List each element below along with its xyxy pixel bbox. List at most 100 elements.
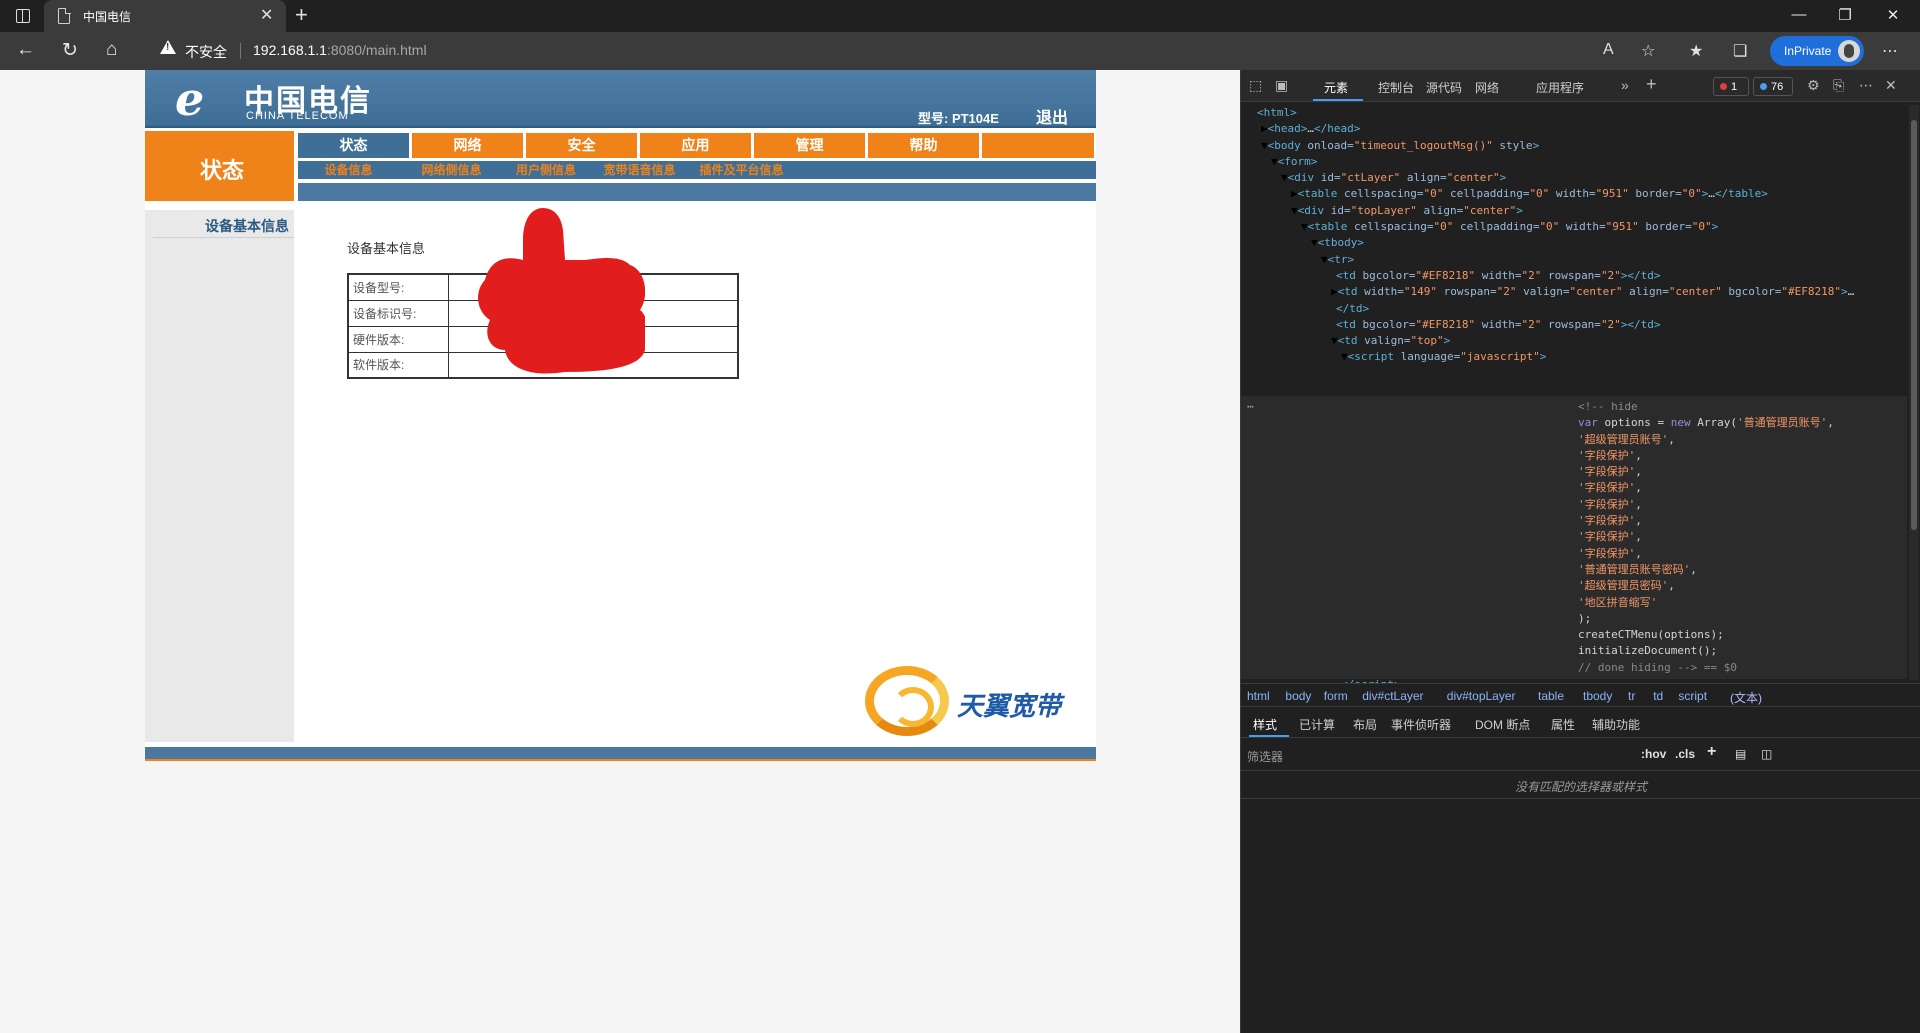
logout-link[interactable]: 退出 (1036, 104, 1068, 128)
collections-icon[interactable]: ❏ (1733, 41, 1747, 61)
dom-node-line[interactable]: ▼<form> (1241, 154, 1907, 170)
styles-tab[interactable]: 样式 (1253, 716, 1277, 733)
dom-node-line[interactable]: ▼<td valign="top"> (1241, 333, 1907, 349)
styles-divider (1241, 798, 1920, 799)
refresh-icon[interactable]: ↻ (62, 39, 78, 62)
dom-node-line[interactable]: <html> (1241, 105, 1907, 121)
submenu-device-info[interactable]: 设备信息 (298, 162, 399, 178)
cls-toggle[interactable]: .cls (1675, 747, 1695, 761)
breadcrumb-item[interactable]: td (1653, 689, 1663, 703)
feedback-icon[interactable]: ⎘ (1833, 77, 1844, 94)
styles-tab[interactable]: 辅助功能 (1592, 716, 1640, 733)
dom-node-line[interactable]: ▼<tbody> (1241, 235, 1907, 251)
dom-node-line[interactable]: </td> (1241, 301, 1907, 317)
label-hardware-version: 硬件版本: (347, 325, 449, 353)
tab-sources[interactable]: 源代码 (1426, 79, 1462, 96)
tab-network[interactable]: 网络 (1475, 79, 1499, 96)
dom-node-line[interactable]: ▼<div id="topLayer" align="center"> (1241, 203, 1907, 219)
dom-node-line[interactable]: ▼<tr> (1241, 252, 1907, 268)
more-tabs-icon[interactable]: » (1621, 77, 1629, 93)
error-count-badge[interactable]: 1 (1713, 77, 1749, 96)
breadcrumb-item[interactable]: div#topLayer (1447, 689, 1516, 703)
menu-item-network[interactable]: 网络 (412, 133, 523, 158)
submenu-lan-info[interactable]: 用户侧信息 (504, 162, 588, 178)
menu-item-help[interactable]: 帮助 (868, 133, 979, 158)
sidebar-toggle-icon[interactable]: ◫ (1761, 747, 1772, 761)
hov-toggle[interactable]: :hov (1641, 747, 1666, 761)
dom-node-line[interactable]: ▼<table cellspacing="0" cellpadding="0" … (1241, 219, 1907, 235)
minimize-icon[interactable]: — (1776, 6, 1822, 23)
menu-item-status[interactable]: 状态 (298, 133, 409, 158)
logo-english: CHINA TELECOM (246, 110, 349, 122)
warning-icon[interactable] (160, 40, 176, 54)
breadcrumb-item[interactable]: body (1285, 689, 1311, 703)
favorites-icon[interactable]: ★ (1689, 41, 1703, 61)
dom-tree-scrollbar[interactable] (1909, 105, 1919, 680)
breadcrumb-item[interactable]: div#ctLayer (1362, 689, 1423, 703)
add-favorite-icon[interactable]: ☆ (1641, 41, 1655, 61)
styles-tab[interactable]: DOM 断点 (1475, 716, 1530, 733)
dom-node-line[interactable]: ▶<table cellspacing="0" cellpadding="0" … (1241, 186, 1907, 202)
element-state-icon[interactable]: ▤ (1735, 747, 1746, 761)
close-window-icon[interactable]: ✕ (1870, 6, 1916, 24)
script-line: '地区拼音缩写' (1578, 595, 1658, 609)
styles-tab[interactable]: 布局 (1353, 716, 1377, 733)
breadcrumb-item[interactable]: tr (1628, 689, 1635, 703)
styles-tab[interactable]: 属性 (1551, 716, 1575, 733)
inspect-element-icon[interactable]: ⬚ (1249, 77, 1262, 94)
china-telecom-logo-icon: e (175, 72, 205, 126)
back-icon[interactable]: ← (16, 39, 35, 61)
more-icon[interactable]: ⋯ (1882, 41, 1898, 61)
dom-node-line[interactable]: ▼<div id="ctLayer" align="center"> (1241, 170, 1907, 186)
sidebar-item-basic-info[interactable]: 设备基本信息 (205, 216, 289, 236)
styles-active-indicator (1249, 735, 1289, 737)
submenu-voice-info[interactable]: 宽带语音信息 (590, 162, 689, 178)
menu-item-application[interactable]: 应用 (640, 133, 751, 158)
home-icon[interactable]: ⌂ (106, 39, 117, 61)
submenu-plugin-info[interactable]: 插件及平台信息 (691, 162, 792, 178)
dom-node-line[interactable]: ▶<head>…</head> (1241, 121, 1907, 137)
message-count-badge[interactable]: 76 (1753, 77, 1793, 96)
not-secure-label[interactable]: 不安全 (185, 42, 227, 62)
restore-icon[interactable]: ❐ (1822, 6, 1868, 24)
browser-toolbar: ← ↻ ⌂ 不安全 192.168.1.1:8080/main.html A ☆… (0, 32, 1920, 70)
breadcrumb-item[interactable]: (文本) (1730, 689, 1762, 706)
styles-tab[interactable]: 已计算 (1299, 716, 1335, 733)
new-rule-icon[interactable]: + (1707, 743, 1716, 761)
dom-node-line[interactable]: ▼<body onload="timeout_logoutMsg()" styl… (1241, 138, 1907, 154)
device-toolbar-icon[interactable]: ▣ (1275, 77, 1288, 94)
node-actions-icon[interactable]: ⋯ (1247, 399, 1254, 415)
breadcrumb-item[interactable]: html (1247, 689, 1270, 703)
breadcrumb-item[interactable]: tbody (1583, 689, 1612, 703)
settings-gear-icon[interactable]: ⚙ (1807, 77, 1820, 94)
dom-node-line[interactable]: <td bgcolor="#EF8218" width="2" rowspan=… (1241, 268, 1907, 284)
breadcrumb-item[interactable]: script (1678, 689, 1707, 703)
submenu-wan-info[interactable]: 网络侧信息 (401, 162, 502, 178)
breadcrumb-item[interactable]: table (1538, 689, 1564, 703)
script-text[interactable]: <!-- hide var options = new Array('普通管理员账… (1578, 399, 1834, 676)
add-tab-icon[interactable]: + (1646, 74, 1657, 95)
sidebar-divider (153, 237, 294, 238)
tab-actions-icon[interactable] (16, 8, 30, 23)
breadcrumb-item[interactable]: form (1324, 689, 1348, 703)
dom-node-line[interactable]: ▶<td width="149" rowspan="2" valign="cen… (1241, 284, 1907, 300)
dom-node-line[interactable]: <td bgcolor="#EF8218" width="2" rowspan=… (1241, 317, 1907, 333)
read-aloud-icon[interactable]: A (1603, 41, 1614, 59)
script-line: // done hiding --> == $0 (1578, 660, 1737, 674)
inprivate-button[interactable]: InPrivate (1770, 36, 1864, 66)
url-text[interactable]: 192.168.1.1:8080/main.html (253, 42, 427, 58)
customize-menu-icon[interactable]: ⋯ (1859, 77, 1873, 94)
menu-item-management[interactable]: 管理 (754, 133, 865, 158)
menu-item-security[interactable]: 安全 (526, 133, 637, 158)
close-devtools-icon[interactable]: ✕ (1885, 77, 1897, 94)
dom-node-line[interactable]: ▼<script language="javascript"> (1241, 349, 1907, 365)
browser-tab[interactable] (44, 0, 286, 32)
styles-tab[interactable]: 事件侦听器 (1391, 716, 1451, 733)
tab-elements[interactable]: 元素 (1324, 79, 1348, 96)
new-tab-icon[interactable]: + (295, 2, 308, 28)
tab-close-icon[interactable]: ✕ (260, 5, 273, 25)
dom-lines: <html> ▶<head>…</head> ▼<body onload="time… (1241, 105, 1907, 366)
tab-console[interactable]: 控制台 (1378, 79, 1414, 96)
tab-application[interactable]: 应用程序 (1536, 79, 1584, 96)
header-divider (145, 126, 1096, 128)
